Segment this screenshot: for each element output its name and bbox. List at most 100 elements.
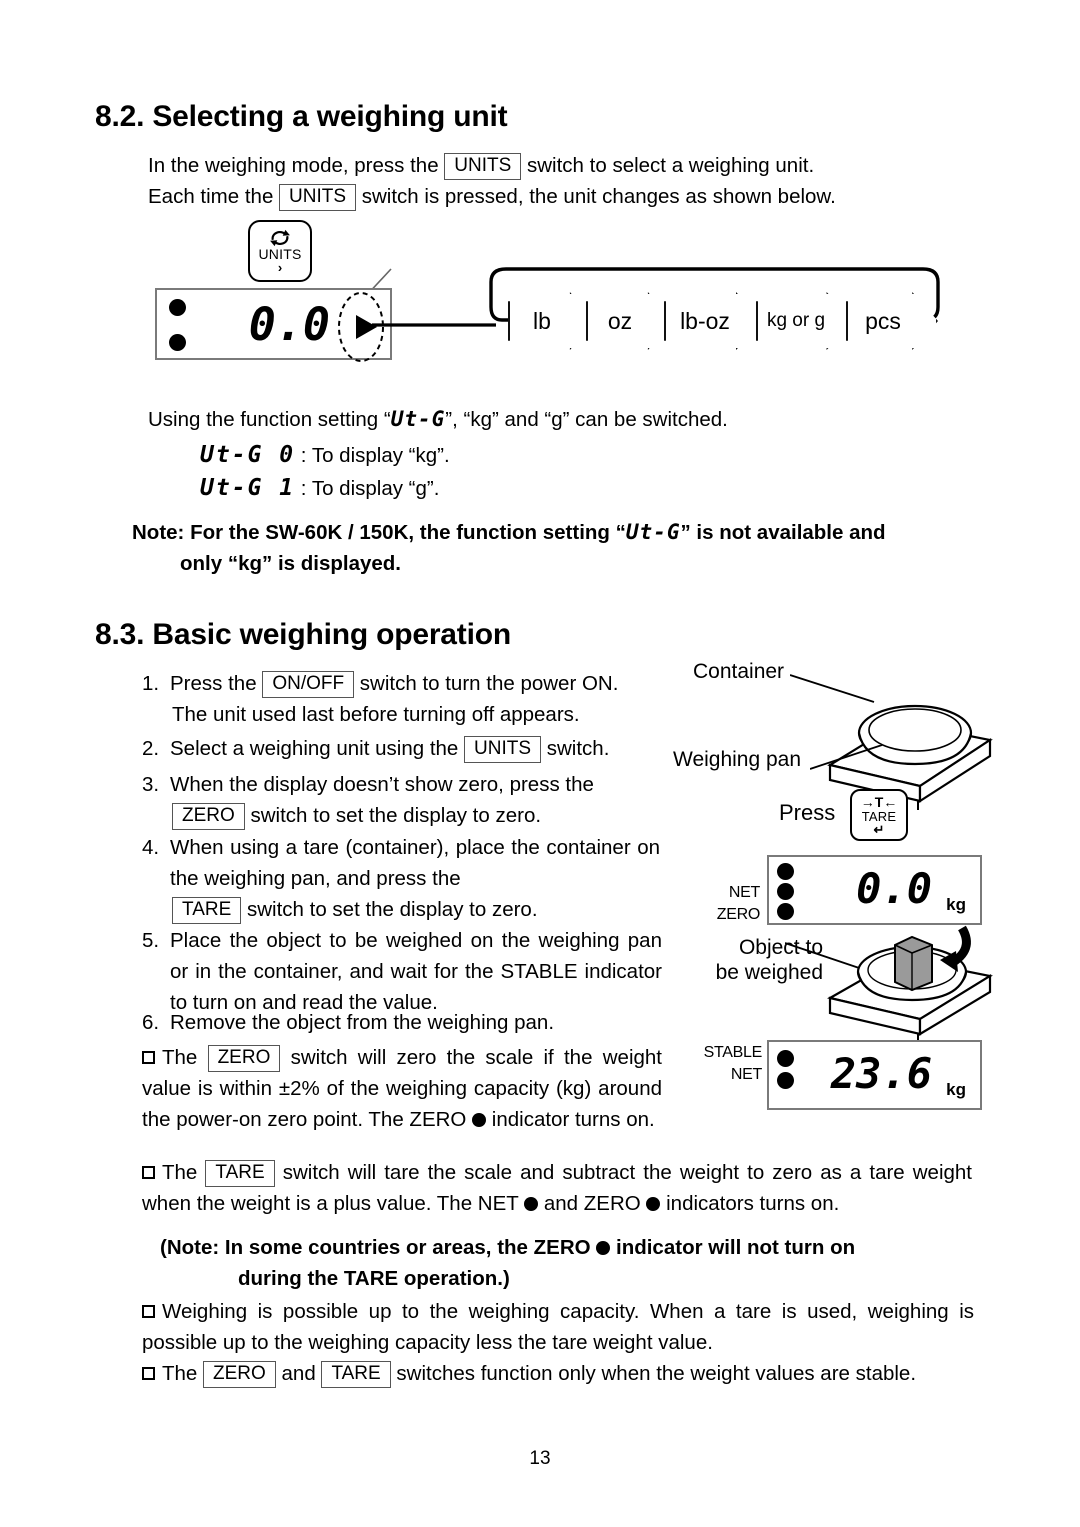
unit-label-lb: lb xyxy=(533,307,551,334)
indicator-dot-1 xyxy=(169,299,186,316)
step-6: 6. Remove the object from the weighing p… xyxy=(142,1007,682,1038)
tare-note-post: indicator will not turn on xyxy=(616,1236,856,1259)
lcd-value-middle: 0.0 xyxy=(856,864,932,913)
step-5: 5. Place the object to be weighed on the… xyxy=(142,925,662,1018)
unit-label-oz: oz xyxy=(607,307,633,334)
units-key-1[interactable]: UNITS xyxy=(444,153,522,180)
bullet-2-post: indicators turns on. xyxy=(666,1192,840,1215)
step-1-post: switch to turn the power ON. xyxy=(359,672,619,695)
unit-label-kg-or-g: kg or g xyxy=(766,310,826,331)
middle-display-net-label: NET xyxy=(728,884,760,901)
intro-text-1a: In the weighing mode, press the xyxy=(148,154,439,177)
lcd-unit-middle: kg xyxy=(946,895,966,914)
tare-key-3[interactable]: TARE xyxy=(321,1361,391,1388)
indicator-dot-net-bottom xyxy=(777,1072,794,1089)
indicator-dot-zero-middle xyxy=(777,903,794,920)
indicator-dot-stable-bottom xyxy=(777,1050,794,1067)
bullet-4-and: and xyxy=(281,1362,316,1385)
tare-note: (Note: In some countries or areas, the Z… xyxy=(160,1232,972,1294)
indicator-dot-net-middle xyxy=(777,883,794,900)
lcd-display-middle: 0.0 kg xyxy=(767,855,982,925)
unit-chevron-pcs: pcs xyxy=(846,292,938,350)
step-4-post: switch to set the display to zero. xyxy=(246,898,538,921)
unit-flow: lb oz lb-oz kg or g pcs xyxy=(508,292,948,354)
tare-key-2[interactable]: TARE xyxy=(205,1160,275,1187)
bullet-1-pre: The xyxy=(162,1046,198,1069)
zero-indicator-dot-icon-2 xyxy=(646,1197,661,1211)
tare-arrow-icon: →T← xyxy=(860,794,898,810)
bottom-display-stable-label: STABLE xyxy=(703,1044,763,1061)
func-option-0-text: : To display “kg”. xyxy=(300,444,450,467)
step-1-line2: The unit used last before turning off ap… xyxy=(172,703,580,726)
tare-note-pre: (Note: In some countries or areas, the Z… xyxy=(160,1236,591,1259)
func-option-0-code: Ut-G 0 xyxy=(200,442,296,468)
scale-with-object-illustration xyxy=(827,925,993,1045)
note-text-a: Note: For the SW-60K / 150K, the functio… xyxy=(132,521,626,544)
onoff-key[interactable]: ON/OFF xyxy=(262,671,355,698)
bullet-stable-values: The ZERO and TARE switches function only… xyxy=(142,1358,974,1389)
leader-line-pan xyxy=(810,745,883,770)
units-key-2[interactable]: UNITS xyxy=(279,184,357,211)
func-text-b: ”, “kg” and “g” can be switched. xyxy=(445,408,728,431)
intro-text-1b: switch to select a weighing unit. xyxy=(527,154,815,177)
middle-display-zero-label: ZERO xyxy=(716,906,761,923)
units-hardware-button[interactable]: UNITS › xyxy=(248,220,312,282)
lcd-value-bottom: 23.6 xyxy=(830,1049,932,1098)
step-2-number: 2. xyxy=(142,737,160,760)
note-sw60k: Note: For the SW-60K / 150K, the functio… xyxy=(132,517,962,579)
step-3-number: 3. xyxy=(142,773,160,796)
bullet-1-post: indicator turns on. xyxy=(491,1108,655,1131)
step-5-text: Place the object to be weighed on the we… xyxy=(170,929,662,1014)
units-key-3[interactable]: UNITS xyxy=(464,736,542,763)
intro-text-2b: switch is pressed, the unit changes as s… xyxy=(361,185,836,208)
bullet-4-post: switches function only when the weight v… xyxy=(396,1362,917,1385)
checkbox-icon-2 xyxy=(142,1166,155,1179)
function-option-1: Ut-G 1 : To display “g”. xyxy=(200,473,700,504)
bullet-3-text: Weighing is possible up to the weighing … xyxy=(142,1300,974,1354)
bullet-2-pre: The xyxy=(162,1161,198,1184)
note-seg-code: Ut-G xyxy=(625,520,681,544)
lcd-unit-bottom: kg xyxy=(946,1080,966,1099)
section-title-8-2: 8.2. Selecting a weighing unit xyxy=(95,100,508,133)
zero-indicator-dot-icon-3 xyxy=(596,1241,611,1255)
func-option-1-text: : To display “g”. xyxy=(300,477,440,500)
checkbox-icon-3 xyxy=(142,1305,155,1318)
bullet-4-pre: The xyxy=(162,1362,198,1385)
manual-page: 8.2. Selecting a weighing unit In the we… xyxy=(0,0,1080,1527)
step-2-pre: Select a weighing unit using the xyxy=(170,737,459,760)
unit-chevron-kg-or-g: kg or g xyxy=(756,292,854,350)
tare-hardware-button[interactable]: →T← TARE ↵ xyxy=(850,789,908,841)
tare-key-1[interactable]: TARE xyxy=(172,897,242,924)
func-option-1-code: Ut-G 1 xyxy=(200,475,296,501)
zero-key-1[interactable]: ZERO xyxy=(172,803,245,830)
zero-indicator-dot-icon-1 xyxy=(472,1113,487,1127)
zero-key-2[interactable]: ZERO xyxy=(207,1045,281,1072)
function-option-0: Ut-G 0 : To display “kg”. xyxy=(200,440,700,471)
bullet-tare-switch: The TARE switch will tare the scale and … xyxy=(142,1157,972,1219)
unit-chevron-oz: oz xyxy=(586,292,672,350)
checkbox-icon-4 xyxy=(142,1367,155,1380)
note-text-b: ” is not available and xyxy=(680,521,886,544)
unit-label-lb-oz: lb-oz xyxy=(680,307,730,334)
scale-with-container-illustration xyxy=(827,704,993,810)
zero-key-3[interactable]: ZERO xyxy=(203,1361,276,1388)
bottom-display-net-label: NET xyxy=(730,1066,762,1083)
indicator-dot-2 xyxy=(169,334,186,351)
indicator-dot-stable-middle xyxy=(777,863,794,880)
unit-chevron-lb: lb xyxy=(508,292,594,350)
lcd-display-bottom: 23.6 kg xyxy=(767,1040,982,1110)
step-2: 2. Select a weighing unit using the UNIT… xyxy=(142,733,682,764)
section-title-8-3: 8.3. Basic weighing operation xyxy=(95,618,511,651)
press-label: Press xyxy=(779,800,836,825)
intro-text-2a: Each time the xyxy=(148,185,274,208)
refresh-cycle-icon xyxy=(269,229,291,247)
bullet-capacity: Weighing is possible up to the weighing … xyxy=(142,1296,974,1358)
step-2-post: switch. xyxy=(546,737,610,760)
bullet-zero-switch: The ZERO switch will zero the scale if t… xyxy=(142,1042,662,1135)
step-3-post: switch to set the display to zero. xyxy=(250,804,542,827)
step-4-pre: When using a tare (container), place the… xyxy=(170,836,660,890)
function-setting-intro: Using the function setting “Ut-G”, “kg” … xyxy=(148,404,928,435)
step-1-pre: Press the xyxy=(170,672,257,695)
unit-chevron-lb-oz: lb-oz xyxy=(664,292,764,350)
container-label: Container xyxy=(693,660,785,683)
